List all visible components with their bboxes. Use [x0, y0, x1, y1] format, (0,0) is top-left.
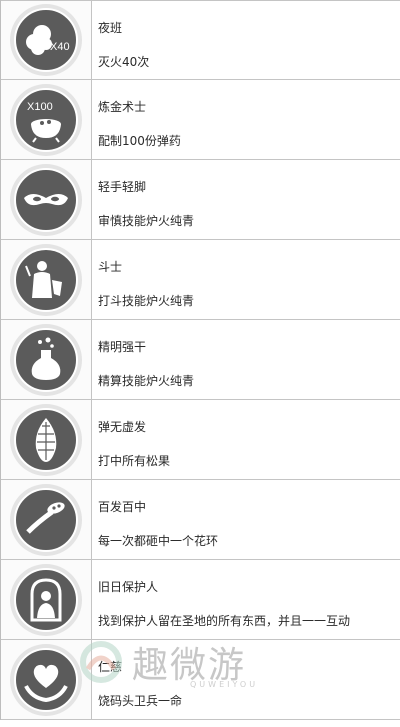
- text-cell: 精明强干 精算技能炉火纯青: [92, 320, 400, 399]
- achievement-title: 轻手轻脚: [98, 180, 147, 194]
- achievement-desc: 打中所有松果: [98, 454, 171, 468]
- logo-mark-icon: [80, 641, 122, 683]
- achievement-title: 炼金术士: [98, 100, 147, 114]
- icon-cell: [1, 160, 92, 239]
- achievement-table: X40 夜班 灭火40次 X100 炼金术士 配制100份弹药 轻手轻脚 审慎技…: [0, 0, 400, 720]
- cauldron-x100-icon: X100: [10, 83, 82, 156]
- achievement-desc: 灭火40次: [98, 55, 150, 69]
- achievement-title: 百发百中: [98, 500, 147, 514]
- achievement-row-old-guardian: 旧日保护人 找到保护人留在圣地的所有东西，并且一一互动: [1, 560, 400, 640]
- watermark-sub: QUWEIYOU: [190, 680, 259, 689]
- achievement-desc: 饶码头卫兵一命: [98, 694, 183, 708]
- achievement-title: 弹无虚发: [98, 420, 147, 434]
- guardian-icon: [10, 563, 82, 636]
- achievement-title: 旧日保护人: [98, 580, 159, 594]
- achievement-desc: 精算技能炉火纯青: [98, 374, 195, 388]
- potion-icon: [10, 323, 82, 396]
- achievement-row-alchemist: X100 炼金术士 配制100份弹药: [1, 80, 400, 160]
- pinecone-icon: [10, 403, 82, 476]
- achievement-row-bullseye: 百发百中 每一次都砸中一个花环: [1, 480, 400, 560]
- icon-cell: [1, 400, 92, 479]
- badge-count-text: X40: [50, 41, 70, 53]
- text-cell: 轻手轻脚 审慎技能炉火纯青: [92, 160, 400, 239]
- smoke-x40-icon: X40: [10, 4, 82, 76]
- text-cell: 夜班 灭火40次: [92, 1, 400, 79]
- warrior-icon: [10, 243, 82, 316]
- achievement-desc: 审慎技能炉火纯青: [98, 214, 195, 228]
- achievement-row-fighter: 斗士 打斗技能炉火纯青: [1, 240, 400, 320]
- achievement-title: 夜班: [98, 21, 123, 35]
- achievement-desc: 每一次都砸中一个花环: [98, 534, 219, 548]
- icon-cell: X40: [1, 1, 92, 79]
- achievement-title: 精明强干: [98, 340, 147, 354]
- achievement-desc: 打斗技能炉火纯青: [98, 294, 195, 308]
- text-cell: 百发百中 每一次都砸中一个花环: [92, 480, 400, 559]
- heart-hands-icon: [10, 643, 82, 716]
- text-cell: 弹无虚发 打中所有松果: [92, 400, 400, 479]
- icon-cell: [1, 320, 92, 399]
- icon-cell: [1, 480, 92, 559]
- achievement-row-light-foot: 轻手轻脚 审慎技能炉火纯青: [1, 160, 400, 240]
- icon-cell: [1, 560, 92, 639]
- achievement-row-sharpshooter: 弹无虚发 打中所有松果: [1, 400, 400, 480]
- text-cell: 旧日保护人 找到保护人留在圣地的所有东西，并且一一互动: [92, 560, 400, 639]
- badge-count-text: X100: [27, 101, 53, 113]
- achievement-row-shrewd: 精明强干 精算技能炉火纯青: [1, 320, 400, 400]
- achievement-desc: 找到保护人留在圣地的所有东西，并且一一互动: [98, 614, 351, 628]
- achievement-title: 斗士: [98, 260, 123, 274]
- wreath-icon: [10, 483, 82, 556]
- icon-cell: X100: [1, 80, 92, 159]
- mask-icon: [10, 163, 82, 236]
- text-cell: 斗士 打斗技能炉火纯青: [92, 240, 400, 319]
- text-cell: 炼金术士 配制100份弹药: [92, 80, 400, 159]
- watermark-logo: 趣微游 QUWEIYOU: [78, 632, 308, 692]
- icon-cell: [1, 240, 92, 319]
- achievement-row-night-shift: X40 夜班 灭火40次: [1, 0, 400, 80]
- achievement-desc: 配制100份弹药: [98, 134, 181, 148]
